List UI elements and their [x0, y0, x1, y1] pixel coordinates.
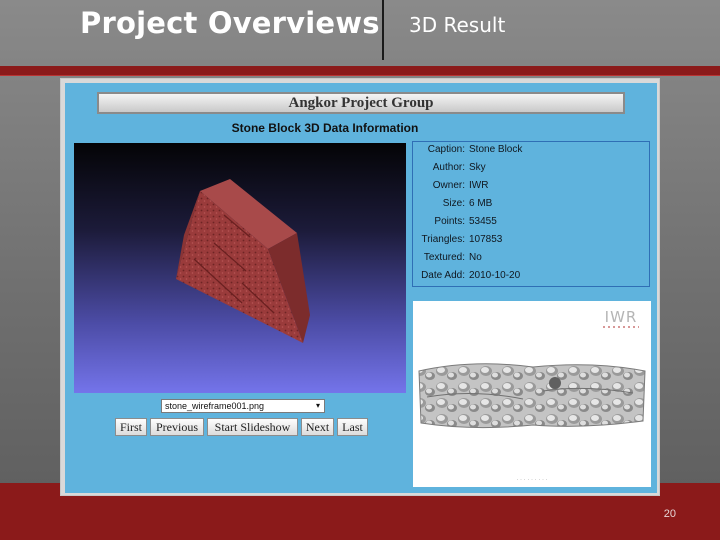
info-row-points: Points: 53455 [413, 216, 651, 234]
size-label: Size: [442, 198, 465, 209]
info-row-caption: Caption: Stone Block [413, 144, 651, 162]
slide-title: Project Overviews [80, 6, 380, 40]
info-row-size: Size: 6 MB [413, 198, 651, 216]
last-button[interactable]: Last [337, 418, 368, 436]
top-accent-line [0, 75, 720, 76]
title-divider [382, 0, 384, 60]
screenshot-frame: Angkor Project Group Stone Block 3D Data… [60, 78, 660, 496]
info-row-triangles: Triangles: 107853 [413, 234, 651, 252]
slide-subtitle: 3D Result [409, 13, 506, 37]
textured-label: Textured: [423, 252, 465, 263]
thumbnail-caption: · · · · · · · · · [516, 477, 548, 483]
info-row-date-add: Date Add: 2010-10-20 [413, 270, 651, 288]
author-value: Sky [469, 162, 486, 173]
group-banner: Angkor Project Group [97, 92, 625, 114]
stone-block-model [176, 179, 310, 343]
date-add-value: 2010-10-20 [469, 270, 521, 281]
relief-thumbnail: IWR · · · · · · · · · [413, 301, 651, 487]
previous-button[interactable]: Previous [150, 418, 204, 436]
points-value: 53455 [469, 216, 497, 227]
info-panel: Caption: Stone Block Author: Sky Owner: … [412, 141, 650, 287]
points-label: Points: [434, 216, 465, 227]
info-row-owner: Owner: IWR [413, 180, 651, 198]
start-slideshow-button[interactable]: Start Slideshow [207, 418, 298, 436]
chevron-down-icon: ▾ [315, 401, 320, 410]
size-value: 6 MB [469, 198, 493, 209]
owner-value: IWR [469, 180, 489, 191]
model-viewer[interactable] [74, 143, 406, 393]
caption-value: Stone Block [469, 144, 523, 155]
file-select-value: stone_wireframe001.png [165, 401, 265, 411]
data-title: Stone Block 3D Data Information [231, 121, 419, 135]
date-add-label: Date Add: [421, 270, 465, 281]
triangles-label: Triangles: [421, 234, 465, 245]
triangles-value: 107853 [469, 234, 503, 245]
caption-label: Caption: [427, 144, 465, 155]
stone-relief-render [418, 363, 646, 429]
next-button[interactable]: Next [301, 418, 334, 436]
first-button[interactable]: First [115, 418, 147, 436]
info-row-textured: Textured: No [413, 252, 651, 270]
info-row-author: Author: Sky [413, 162, 651, 180]
textured-value: No [469, 252, 482, 263]
app-window: Angkor Project Group Stone Block 3D Data… [65, 83, 657, 493]
owner-label: Owner: [432, 180, 465, 191]
author-label: Author: [432, 162, 465, 173]
page-number: 20 [663, 508, 676, 520]
top-accent-bar [0, 66, 720, 75]
file-select[interactable]: stone_wireframe001.png ▾ [161, 399, 325, 413]
